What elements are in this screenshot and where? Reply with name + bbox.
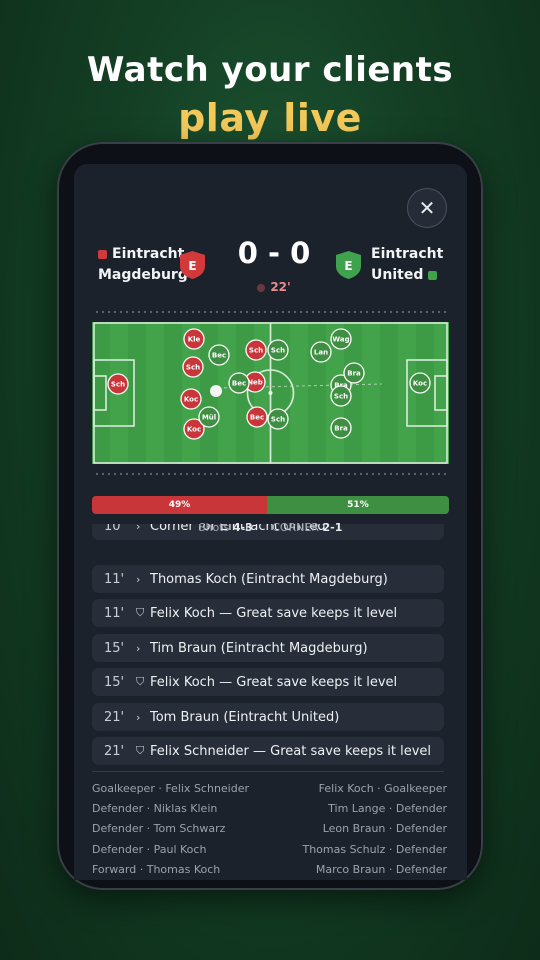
event-minute: 21' bbox=[104, 743, 125, 759]
player-label: Sch bbox=[334, 393, 348, 401]
close-icon: ✕ bbox=[418, 196, 436, 220]
svg-text:E: E bbox=[188, 259, 196, 273]
promo-headline-line1: Watch your clients bbox=[86, 50, 454, 90]
pitch: SchKleSchKocKocSchNebBecBecBecMülSchSchB… bbox=[92, 310, 449, 476]
event-text: Tom Braun (Eintracht United) bbox=[150, 709, 340, 725]
shield-icon: ⛉ bbox=[136, 744, 145, 757]
event-row[interactable]: 11' ⛉ Felix Koch — Great save keeps it lev… bbox=[92, 599, 444, 627]
possession-away: 51% bbox=[266, 496, 449, 514]
events-list[interactable]: 10' › Corner for Eintracht United 11' › Thoma… bbox=[92, 524, 444, 766]
player-label: Sch bbox=[271, 347, 285, 355]
player-label: Mül bbox=[202, 414, 216, 422]
corner-stat: CORNER 2-1 bbox=[272, 521, 343, 534]
home-team-line1: Eintracht bbox=[112, 246, 185, 262]
event-text: Felix Schneider — Great save keeps it le… bbox=[150, 743, 432, 759]
promo-headline-line2: play live bbox=[178, 96, 362, 140]
event-row[interactable]: 11' › Thomas Koch (Eintracht Magdeburg) bbox=[92, 565, 444, 593]
event-row[interactable]: 21' ⛉ Felix Schneider — Great save keeps i… bbox=[92, 737, 444, 765]
shots-stat: Shots 4-3 bbox=[198, 521, 253, 534]
home-team-line2: Magdeburg bbox=[98, 267, 188, 283]
lineup-entry: Tim Lange · Defender bbox=[328, 802, 447, 816]
away-team-badge: E bbox=[336, 251, 361, 279]
player-label: Koc bbox=[184, 396, 198, 404]
lineup-entry: Marco Braun · Defender bbox=[315, 862, 447, 876]
chevron-right-icon: › bbox=[136, 572, 141, 586]
player-label: Sch bbox=[111, 381, 125, 389]
event-minute: 21' bbox=[104, 709, 125, 725]
player-label: Wag bbox=[332, 336, 349, 344]
lineup-entry: Defender · Niklas Klein bbox=[92, 802, 218, 816]
possession-bar: 49% 51% bbox=[92, 496, 449, 514]
player-label: Kle bbox=[188, 336, 201, 344]
player-label: Bec bbox=[232, 380, 246, 388]
away-lineup: Felix Koch · Goalkeeper Tim Lange · Defen… bbox=[302, 779, 447, 880]
event-text: Thomas Koch (Eintracht Magdeburg) bbox=[150, 571, 388, 587]
lineup-entry: Defender · Tom Schwarz bbox=[92, 822, 226, 836]
player-label: Sch bbox=[249, 347, 263, 355]
match-stats: Shots 4-3 CORNER 2-1 bbox=[74, 521, 467, 534]
player-label: Bra bbox=[334, 425, 348, 433]
event-text: Felix Koch — Great save keeps it level bbox=[150, 605, 398, 621]
lineup-entry: Forward · Thomas Koch bbox=[92, 862, 221, 876]
lineup-entry: Thomas Schulz · Defender bbox=[302, 842, 447, 856]
pitch-field: SchKleSchKocKocSchNebBecBecBecMülSchSchB… bbox=[92, 322, 449, 464]
lineup-entry: Felix Koch · Goalkeeper bbox=[318, 782, 447, 795]
score: 0 - 0 bbox=[237, 236, 311, 270]
player-label: Koc bbox=[413, 380, 427, 388]
event-minute: 15' bbox=[104, 640, 125, 656]
player-label: Sch bbox=[186, 364, 200, 372]
player-label: Bra bbox=[347, 370, 361, 378]
away-color-marker bbox=[428, 270, 438, 280]
home-color-marker bbox=[98, 249, 107, 259]
lineup-entry: Leon Braun · Defender bbox=[322, 822, 447, 836]
app-screen: ✕ Eintracht Magdeburg E 0 - 0 22' E Eint… bbox=[74, 164, 467, 880]
lineup-divider bbox=[92, 771, 444, 772]
event-minute: 11' bbox=[104, 605, 125, 621]
away-team-name: Eintracht United bbox=[371, 244, 443, 286]
away-team-line1: Eintracht bbox=[371, 246, 444, 262]
home-team-badge: E bbox=[180, 251, 205, 279]
event-minute: 11' bbox=[104, 571, 125, 587]
away-team-line2: United bbox=[371, 267, 424, 283]
lineup-entry: Goalkeeper · Felix Schneider bbox=[92, 782, 250, 795]
event-row[interactable]: 15' ⛉ Felix Koch — Great save keeps it lev… bbox=[92, 668, 444, 696]
event-row[interactable]: 15' › Tim Braun (Eintracht Magdeburg) bbox=[92, 634, 444, 662]
player-label: Bec bbox=[212, 352, 226, 360]
home-team-name: Eintracht Magdeburg bbox=[98, 244, 188, 286]
live-dot-icon bbox=[257, 283, 266, 292]
match-panel: ✕ Eintracht Magdeburg E 0 - 0 22' E Eint… bbox=[74, 164, 467, 880]
event-minute: 15' bbox=[104, 674, 125, 690]
player-label: Koc bbox=[187, 426, 201, 434]
home-lineup: Goalkeeper · Felix Schneider Defender · N… bbox=[92, 779, 249, 880]
shield-icon: ⛉ bbox=[136, 606, 145, 619]
player-label: Bec bbox=[250, 414, 264, 422]
match-minute: 22' bbox=[224, 280, 324, 294]
event-text: Felix Koch — Great save keeps it level bbox=[150, 674, 398, 690]
chevron-right-icon: › bbox=[136, 710, 141, 724]
close-button[interactable]: ✕ bbox=[407, 188, 447, 228]
ball bbox=[210, 385, 222, 397]
player-label: Lan bbox=[314, 349, 328, 357]
shield-icon: ⛉ bbox=[136, 675, 145, 688]
event-text: Tim Braun (Eintracht Magdeburg) bbox=[150, 640, 368, 656]
player-label: Sch bbox=[271, 416, 285, 424]
lineup-entry: Defender · Paul Koch bbox=[92, 842, 207, 856]
event-row[interactable]: 21' › Tom Braun (Eintracht United) bbox=[92, 703, 444, 731]
chevron-right-icon: › bbox=[136, 641, 141, 655]
svg-text:E: E bbox=[344, 259, 352, 273]
possession-home: 49% bbox=[92, 496, 267, 514]
